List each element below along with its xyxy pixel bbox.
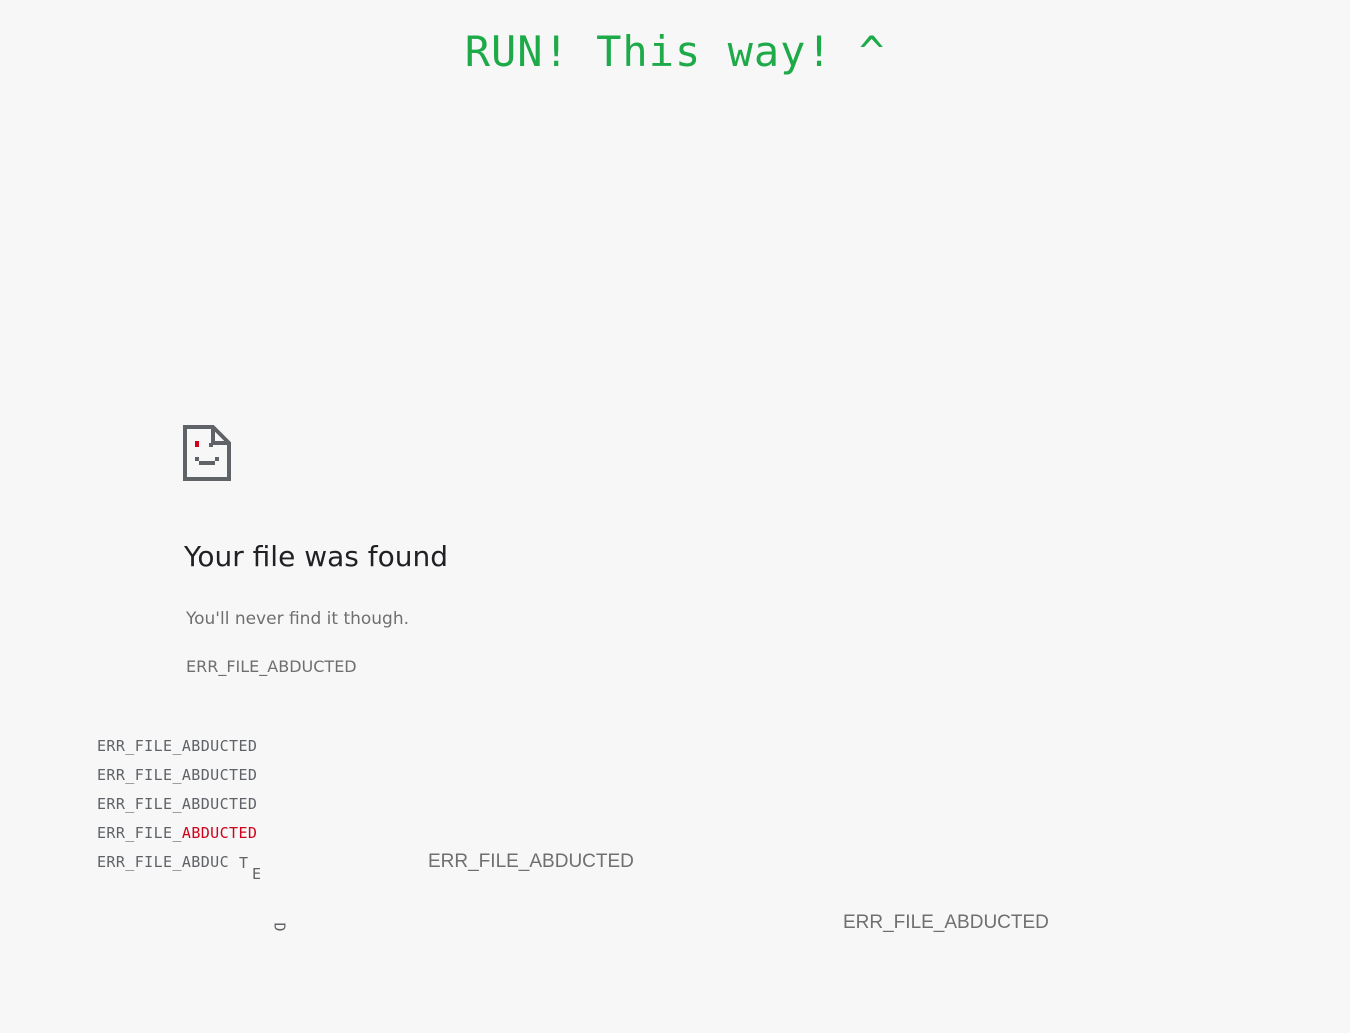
abducted-line-falling: ERR_FILE_ABDUC [97,853,230,871]
abducted-line-3: ERR_FILE_ABDUCTED [97,795,258,813]
abducted-code-list: ERR_FILE_ABDUCTED ERR_FILE_ABDUCTED ERR_… [97,732,257,877]
abducted-line-highlight-word: ABDUCTED [181,824,258,842]
run-banner: RUN! This way! ^ [464,27,886,76]
abducted-line-prefix: ERR_FILE_ [97,824,182,842]
page-subtitle: You'll never find it though. [186,609,410,629]
falling-letter-e: E [252,865,262,883]
abducted-line-highlight: ERR_FILE_ABDUCTED [97,819,257,848]
error-code: ERR_FILE_ABDUCTED [186,657,357,676]
abducted-line-1: ERR_FILE_ABDUCTED [97,737,258,755]
abducted-line-2: ERR_FILE_ABDUCTED [97,766,258,784]
floating-error-code-1: ERR_FILE_ABDUCTED [428,851,634,872]
floating-error-code-2: ERR_FILE_ABDUCTED [843,912,1049,933]
page-title: Your file was found [184,540,449,573]
falling-letter-d: D [270,922,289,932]
broken-file-icon [183,425,231,481]
falling-letter-t: T [239,854,249,872]
